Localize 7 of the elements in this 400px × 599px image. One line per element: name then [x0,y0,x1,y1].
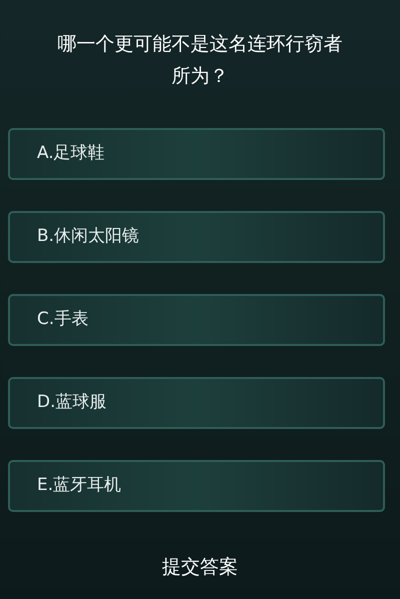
answer-option[interactable]: E.蓝牙耳机 [8,460,385,512]
answer-option[interactable]: B.休闲太阳镜 [8,211,385,263]
submit-button[interactable]: 提交答案 [146,548,254,585]
answer-option[interactable]: D.蓝球服 [8,377,385,429]
answer-option[interactable]: C.手表 [8,294,385,346]
question-text: 哪一个更可能不是这名连环行窃者所为？ [56,32,344,89]
answer-option[interactable]: A.足球鞋 [8,128,385,180]
